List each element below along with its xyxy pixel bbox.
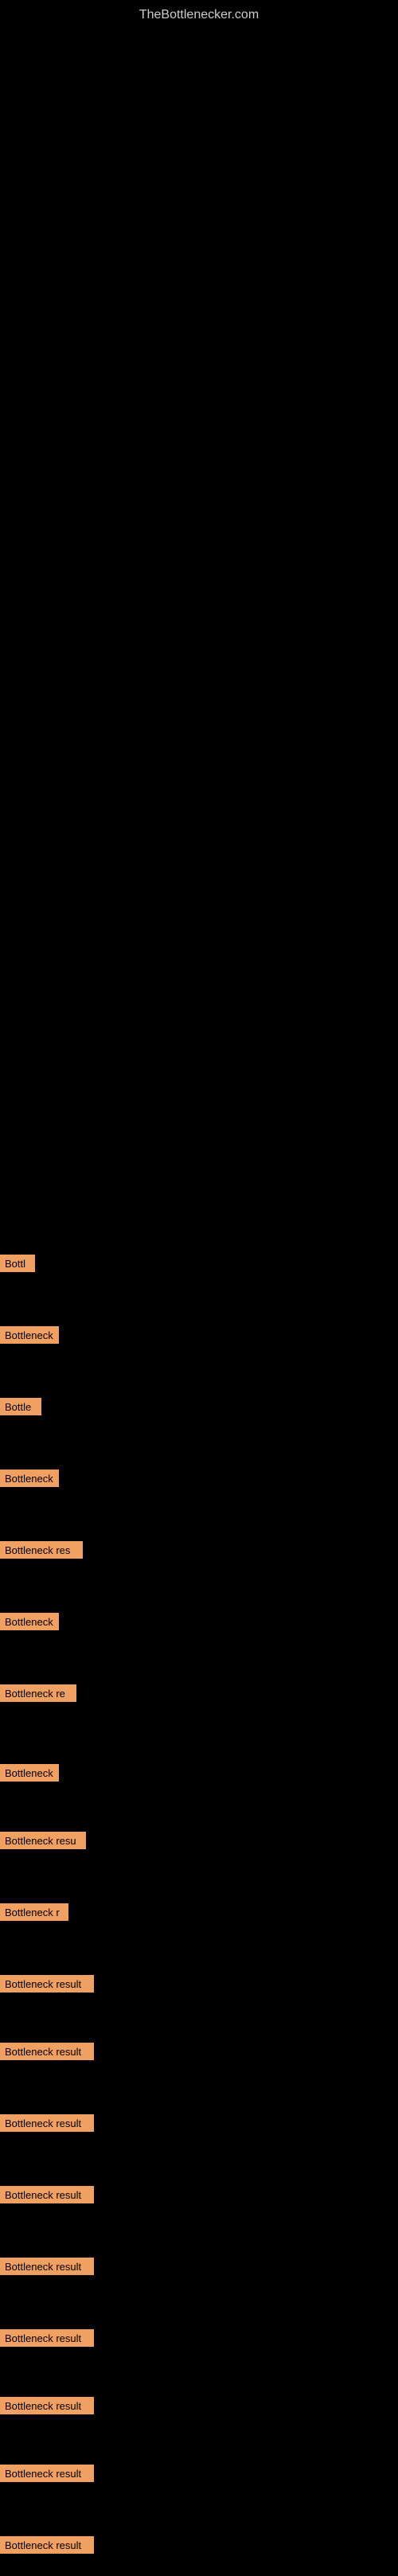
bottleneck-item-2: Bottleneck [0, 1326, 59, 1344]
chart-area: Bottl Bottleneck Bottle Bottleneck Bottlenec… [0, 29, 398, 2576]
bottleneck-item-17: Bottleneck result [0, 2397, 94, 2414]
bottleneck-item-8: Bottleneck [0, 1764, 59, 1782]
bottleneck-item-7: Bottleneck re [0, 1684, 76, 1702]
bottleneck-item-15: Bottleneck result [0, 2258, 94, 2275]
bottleneck-item-12: Bottleneck result [0, 2043, 94, 2060]
site-title: TheBottlenecker.com [0, 0, 398, 29]
bottleneck-item-3: Bottle [0, 1398, 41, 1415]
bottleneck-item-13: Bottleneck result [0, 2114, 94, 2132]
bottleneck-item-5: Bottleneck res [0, 1541, 83, 1559]
bottleneck-item-9: Bottleneck resu [0, 1832, 86, 1849]
bottleneck-item-10: Bottleneck r [0, 1903, 68, 1921]
bottleneck-item-1: Bottl [0, 1255, 35, 1272]
bottleneck-item-6: Bottleneck [0, 1613, 59, 1630]
bottleneck-item-14: Bottleneck result [0, 2186, 94, 2203]
bottleneck-item-18: Bottleneck result [0, 2465, 94, 2482]
bottleneck-item-4: Bottleneck [0, 1469, 59, 1487]
bottleneck-item-11: Bottleneck result [0, 1975, 94, 1992]
bottleneck-item-19: Bottleneck result [0, 2536, 94, 2554]
bottleneck-item-16: Bottleneck result [0, 2329, 94, 2347]
